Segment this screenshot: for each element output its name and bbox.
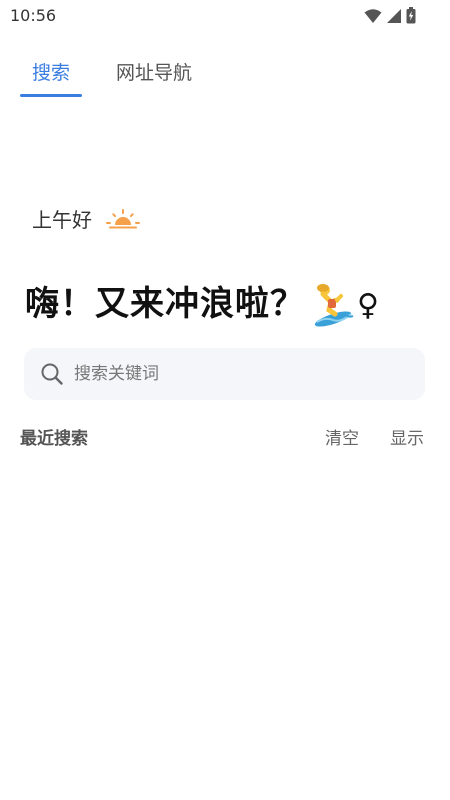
status-bar: 10:56 (0, 0, 450, 32)
greeting-text: 上午好 (32, 208, 92, 232)
tab-url-navigation[interactable]: 网址导航 (116, 58, 192, 85)
signal-icon (387, 8, 401, 23)
status-time: 10:56 (10, 6, 57, 25)
recent-search-header: 最近搜索 清空 显示 (20, 424, 425, 449)
search-box[interactable] (24, 348, 425, 400)
female-sign: ♀ (357, 288, 380, 323)
search-icon (41, 363, 63, 385)
sunrise-icon (106, 208, 140, 228)
clear-button[interactable]: 清空 (325, 424, 359, 449)
battery-charging-icon (406, 7, 416, 24)
headline-text: 嗨！又来冲浪啦？ (25, 284, 305, 324)
status-icons (364, 7, 416, 24)
woman-surfing-icon (314, 283, 354, 327)
show-button[interactable]: 显示 (390, 424, 424, 449)
recent-search-title: 最近搜索 (20, 429, 88, 449)
search-input[interactable] (74, 364, 394, 384)
tab-search[interactable]: 搜索 (32, 58, 70, 85)
active-tab-indicator (20, 94, 82, 97)
wifi-icon (364, 8, 382, 23)
greeting: 上午好 (32, 204, 140, 233)
tab-bar: 搜索 网址导航 (0, 52, 450, 100)
headline: 嗨！又来冲浪啦？ ♀ (25, 276, 380, 328)
